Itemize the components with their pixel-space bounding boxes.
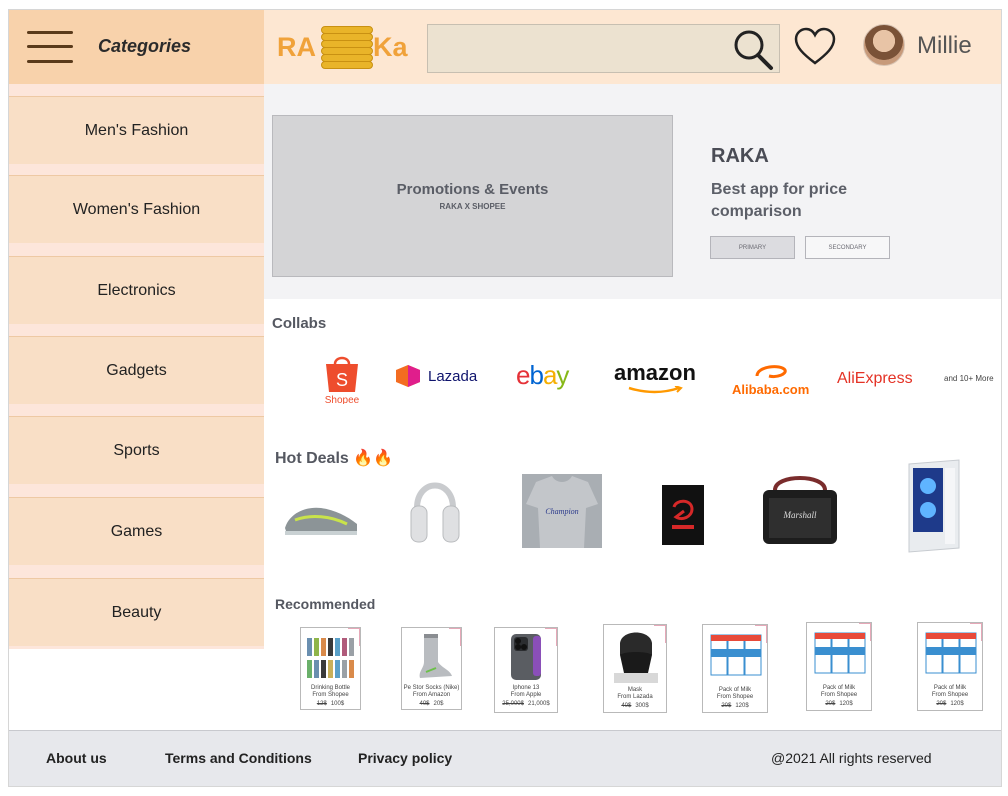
deal-sneaker[interactable] [281, 498, 361, 538]
promo-banner[interactable]: Promotions & Events RAKA X SHOPEE [272, 115, 673, 277]
brand-label: amazon [614, 360, 696, 385]
search-input[interactable] [428, 25, 728, 72]
copyright-text: @2021 All rights reserved [771, 750, 932, 766]
sidebar-item-label: Gadgets [106, 361, 167, 379]
brand-label: Alibaba.com [732, 382, 810, 397]
top-bar: RA Ka Millie [264, 10, 1001, 84]
menu-icon[interactable] [27, 29, 73, 65]
search-bar [427, 24, 780, 73]
promo-title: Promotions & Events [396, 181, 549, 198]
categories-title: Categories [98, 36, 192, 56]
logo[interactable]: RA Ka [277, 26, 408, 70]
brand-label: AliExpress [837, 370, 913, 387]
deal-speaker[interactable]: Marshall [757, 468, 843, 548]
product-price: 40$ 300$ [621, 703, 649, 709]
category-sidebar: Men's Fashion Women's Fashion Electronic… [9, 84, 264, 649]
product-name: Pack of Milk From Shopee [820, 685, 858, 698]
about-link[interactable]: About us [46, 750, 107, 766]
hero-title: RAKA [711, 145, 769, 167]
more-brands-link[interactable]: and 10+ More [944, 374, 994, 383]
hero-description: Best app for price comparison [711, 181, 848, 220]
brand-label: Shopee [325, 395, 360, 404]
product-card[interactable]: Pack of Milk From Shopee 20$ 120$ [702, 624, 768, 713]
logo-text-right: Ka [373, 32, 408, 62]
heart-icon[interactable] [793, 26, 837, 66]
product-price: 25,000$ 21,000$ [502, 701, 550, 707]
primary-button[interactable]: PRIMARY [710, 236, 795, 259]
logo-text-left: RA [277, 32, 316, 62]
product-card[interactable]: Pack of Milk From Shopee 20$ 120$ [806, 622, 872, 711]
product-name: Drinking Bottle From Shopee [310, 685, 351, 698]
recommended-title: Recommended [275, 596, 376, 612]
hero-section: Promotions & Events RAKA X SHOPEE RAKA B… [264, 84, 1001, 299]
sidebar-item-womens-fashion[interactable]: Women's Fashion [9, 175, 264, 243]
sidebar-item-label: Sports [113, 441, 160, 459]
sidebar-item-label: Electronics [97, 281, 176, 299]
product-image [608, 629, 662, 683]
product-card[interactable]: Pe Stor Socks (Nike) From Amazon 40$ 20$ [401, 627, 462, 710]
alibaba-logo[interactable]: Alibaba.com [732, 362, 809, 397]
sidebar-item-sports[interactable]: Sports [9, 416, 264, 484]
product-name: Pack of Milk From Shopee [931, 685, 969, 698]
collabs-row: S Shopee Lazada ebay amazon Alibaba.com … [272, 352, 1001, 412]
amazon-logo[interactable]: amazon [614, 360, 696, 394]
product-name: Pack of Milk From Shopee [716, 687, 754, 700]
svg-text:Marshall: Marshall [782, 510, 817, 520]
user-name[interactable]: Millie [917, 32, 972, 60]
deal-tshirt[interactable]: Champion [522, 474, 602, 548]
brand-label: Lazada [428, 367, 478, 385]
sidebar-item-gadgets[interactable]: Gadgets [9, 336, 264, 404]
categories-header: Categories [9, 10, 264, 84]
sidebar-item-beauty[interactable]: Beauty [9, 578, 264, 646]
product-card[interactable]: Iphone 13 From Apple 25,000$ 21,000$ [494, 627, 558, 713]
sidebar-item-label: Men's Fashion [84, 121, 189, 139]
product-image [406, 632, 457, 682]
product-name: Mask From Lazada [617, 687, 653, 700]
product-price: 20$ 120$ [721, 703, 749, 709]
sidebar-item-mens-fashion[interactable]: Men's Fashion [9, 96, 264, 164]
product-name: Pe Stor Socks (Nike) From Amazon [403, 685, 460, 698]
product-name: Iphone 13 From Apple [510, 685, 542, 698]
lazada-logo[interactable]: Lazada [394, 364, 477, 388]
deal-gaming-pc[interactable] [889, 458, 967, 554]
promo-subtitle: RAKA X SHOPEE [439, 202, 506, 211]
product-image [707, 629, 763, 679]
collabs-title: Collabs [272, 315, 327, 332]
deal-headphones[interactable] [409, 472, 461, 548]
ebay-logo[interactable]: ebay [516, 360, 569, 391]
privacy-link[interactable]: Privacy policy [358, 750, 452, 766]
more-label: and 10+ More [944, 374, 994, 383]
sidebar-item-games[interactable]: Games [9, 497, 264, 565]
deal-game-card[interactable] [662, 485, 704, 545]
product-image [499, 632, 553, 682]
svg-text:S: S [336, 370, 348, 390]
avatar[interactable] [863, 24, 905, 66]
footer: About us Terms and Conditions Privacy po… [9, 730, 1001, 786]
sidebar-item-label: Games [110, 522, 163, 540]
terms-link[interactable]: Terms and Conditions [165, 750, 312, 766]
coins-icon [321, 26, 373, 70]
product-card[interactable]: Pack of Milk From Shopee 20$ 120$ [917, 622, 983, 711]
product-card[interactable]: Drinking Bottle From Shopee 12$ 100$ [300, 627, 361, 710]
product-image [811, 627, 867, 677]
sidebar-item-label: Beauty [111, 603, 162, 621]
product-card[interactable]: Mask From Lazada 40$ 300$ [603, 624, 667, 713]
product-price: 20$ 120$ [825, 701, 853, 707]
product-image [922, 627, 978, 677]
svg-text:Champion: Champion [545, 507, 578, 516]
sidebar-item-label: Women's Fashion [72, 200, 201, 218]
aliexpress-logo[interactable]: AliExpress [837, 370, 913, 388]
search-icon[interactable] [731, 27, 775, 71]
sidebar-item-electronics[interactable]: Electronics [9, 256, 264, 324]
product-price: 20$ 120$ [936, 701, 964, 707]
app-frame: Categories RA Ka Millie Men's Fashion Wo… [8, 9, 1002, 787]
shopee-logo[interactable]: S Shopee [322, 352, 362, 404]
product-price: 40$ 20$ [419, 701, 444, 707]
product-price: 12$ 100$ [316, 701, 345, 707]
secondary-button[interactable]: SECONDARY [805, 236, 890, 259]
product-image [305, 632, 356, 682]
hot-deals-title: Hot Deals 🔥🔥 [275, 450, 394, 467]
